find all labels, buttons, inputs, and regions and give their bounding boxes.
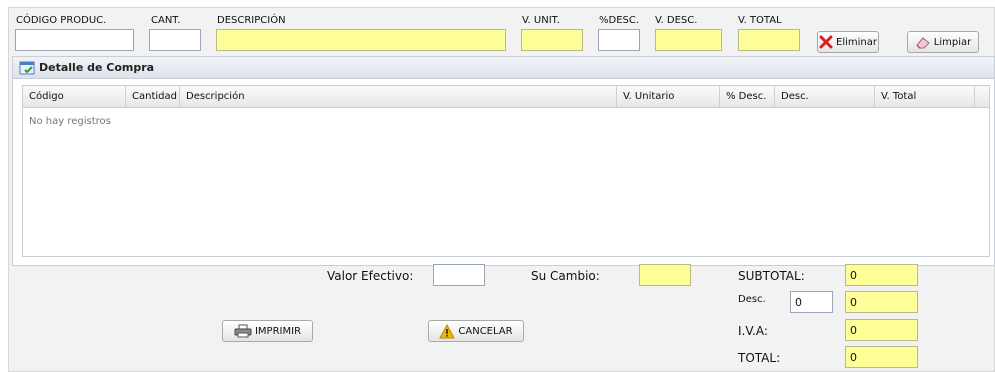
iva-label: I.V.A: <box>738 324 768 338</box>
descuento-label: Desc. <box>738 294 766 305</box>
cancelar-label: CANCELAR <box>458 325 513 337</box>
subtotal-field <box>845 264 918 286</box>
codigo-producto-input[interactable] <box>15 29 134 51</box>
panel-title: Detalle de Compra <box>39 61 155 74</box>
valor-total-input[interactable] <box>738 29 800 51</box>
su-cambio-input[interactable] <box>639 264 691 286</box>
imprimir-label: IMPRIMIR <box>254 325 302 337</box>
column-porcentaje-descuento[interactable]: % Desc. <box>720 86 775 107</box>
eraser-icon <box>915 35 931 49</box>
iva-field <box>845 319 918 341</box>
valor-efectivo-label: Valor Efectivo: <box>327 269 414 283</box>
close-icon <box>819 35 833 49</box>
cantidad-input[interactable] <box>149 29 201 51</box>
valor-unitario-label: V. UNIT. <box>522 15 560 26</box>
porcentaje-descuento-label: %DESC. <box>599 15 640 26</box>
valor-descuento-input[interactable] <box>655 29 722 51</box>
column-descuento[interactable]: Desc. <box>775 86 875 107</box>
printer-icon <box>234 324 252 338</box>
descuento-porcentaje-input[interactable] <box>790 291 833 313</box>
column-codigo[interactable]: Código <box>23 86 126 107</box>
imprimir-button[interactable]: IMPRIMIR <box>222 320 313 342</box>
subtotal-label: SUBTOTAL: <box>738 269 805 283</box>
empty-message: No hay registros <box>29 116 111 127</box>
su-cambio-label: Su Cambio: <box>531 269 600 283</box>
cantidad-label: CANT. <box>151 15 181 26</box>
column-valor-unitario[interactable]: V. Unitario <box>617 86 720 107</box>
valor-descuento-label: V. DESC. <box>655 15 698 26</box>
table-icon <box>19 61 35 75</box>
descuento-field <box>845 291 918 313</box>
total-label: TOTAL: <box>738 351 781 365</box>
column-cantidad[interactable]: Cantidad <box>126 86 180 107</box>
detalle-table[interactable]: Código Cantidad Descripción V. Unitario … <box>22 85 990 257</box>
warning-icon <box>439 323 456 339</box>
limpiar-label: Limpiar <box>933 36 972 48</box>
limpiar-button[interactable]: Limpiar <box>907 31 979 53</box>
detalle-compra-panel: Detalle de Compra Código Cantidad Descri… <box>12 56 995 266</box>
valor-total-label: V. TOTAL <box>738 15 782 26</box>
valor-efectivo-input[interactable] <box>433 264 485 286</box>
codigo-label: CÓDIGO PRODUC. <box>16 15 107 26</box>
descripcion-label: DESCRIPCIÓN <box>217 15 286 26</box>
total-field <box>845 346 918 368</box>
porcentaje-descuento-input[interactable] <box>598 29 640 51</box>
panel-header: Detalle de Compra <box>13 57 994 79</box>
column-valor-total[interactable]: V. Total <box>875 86 975 107</box>
eliminar-button[interactable]: Eliminar <box>817 31 879 53</box>
column-descripcion[interactable]: Descripción <box>180 86 617 107</box>
descripcion-input[interactable] <box>216 29 506 51</box>
table-header: Código Cantidad Descripción V. Unitario … <box>23 86 989 108</box>
valor-unitario-input[interactable] <box>521 29 583 51</box>
cancelar-button[interactable]: CANCELAR <box>428 320 524 342</box>
eliminar-label: Eliminar <box>836 36 877 48</box>
